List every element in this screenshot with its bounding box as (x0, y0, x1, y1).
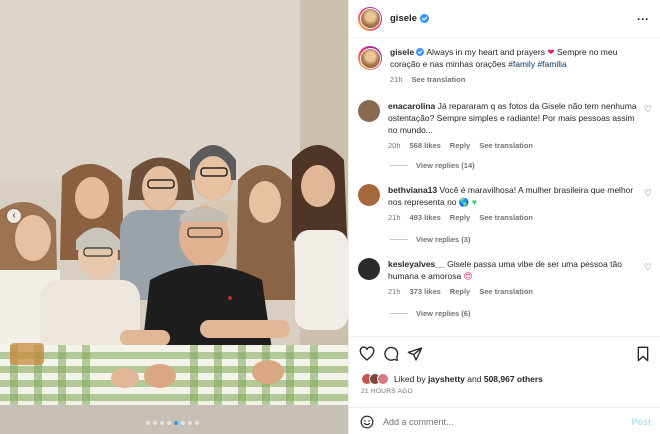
caption-row: gisele Always in my heart and prayers ❤ … (358, 46, 640, 86)
hashtag-link[interactable]: #familia (537, 59, 566, 69)
post-modal: ‹ gisele ··· gisele Always in my heart a… (0, 0, 660, 434)
post-header: gisele ··· (349, 0, 660, 38)
verified-badge-icon (416, 48, 425, 56)
see-translation-link[interactable]: See translation (479, 286, 533, 298)
caption-text: Always in my heart and prayers (426, 47, 545, 57)
commenter-username[interactable]: kesleyalves__ (388, 259, 445, 269)
caption-body: gisele Always in my heart and prayers ❤ … (390, 46, 640, 86)
view-replies-button[interactable]: View replies (3) (390, 235, 470, 244)
comment-likes[interactable]: 568 likes (410, 140, 441, 152)
comment-like-heart-icon[interactable]: ♡ (644, 104, 652, 115)
caption-avatar[interactable] (358, 46, 382, 70)
commenter-username[interactable]: bethviana13 (388, 185, 437, 195)
comment-like-heart-icon[interactable]: ♡ (644, 262, 652, 273)
caption-username[interactable]: gisele (390, 47, 414, 57)
carousel-dot (195, 421, 199, 425)
liked-by-user[interactable]: jayshetty (428, 374, 465, 384)
comments-list: gisele Always in my heart and prayers ❤ … (349, 38, 660, 336)
comment-icon[interactable] (383, 346, 399, 362)
carousel-dot (167, 421, 171, 425)
liker-avatars[interactable] (361, 373, 389, 385)
comment-row: enacarolina Já repararam q as fotos da G… (358, 100, 638, 152)
commenter-avatar[interactable] (358, 184, 380, 206)
commenter-avatar[interactable] (358, 100, 380, 122)
family-photo-image (0, 0, 348, 434)
commenter-avatar[interactable] (358, 258, 380, 280)
caption-meta: 21h See translation (390, 74, 640, 86)
chevron-left-icon: ‹ (12, 210, 16, 221)
carousel-dots (146, 421, 199, 425)
carousel-dot (146, 421, 150, 425)
carousel-dot (153, 421, 157, 425)
commenter-username[interactable]: enacarolina (388, 101, 435, 111)
comment-body: enacarolina Já repararam q as fotos da G… (388, 100, 638, 152)
comment-time[interactable]: 21h (388, 212, 401, 224)
post-photo[interactable]: ‹ (0, 0, 348, 434)
heart-eyes-emoji-icon: 😍 (463, 271, 473, 281)
comment-body: kesleyalves__ Gisele passa uma vibe de s… (388, 258, 638, 298)
post-actions: Liked by jayshetty and 508,967 others 21… (349, 336, 660, 434)
comment-meta: 20h 568 likes Reply See translation (388, 140, 638, 152)
see-translation-link[interactable]: See translation (479, 140, 533, 152)
see-translation-link[interactable]: See translation (479, 212, 533, 224)
comment-likes[interactable]: 373 likes (410, 286, 441, 298)
reply-button[interactable]: Reply (450, 286, 470, 298)
see-translation-link[interactable]: See translation (412, 74, 466, 86)
view-replies-button[interactable]: View replies (6) (390, 309, 470, 318)
comment-meta: 21h 493 likes Reply See translation (388, 212, 638, 224)
emoji-smiley-icon[interactable] (360, 415, 374, 429)
view-replies-button[interactable]: View replies (14) (390, 161, 475, 170)
post-comment-button[interactable]: Post (631, 417, 651, 427)
post-side-panel: gisele ··· gisele Always in my heart and… (348, 0, 660, 434)
liked-by-and: and (467, 374, 482, 384)
comment-body: bethviana13 Você é maravilhosa! A mulher… (388, 184, 638, 224)
caption-time[interactable]: 21h (390, 74, 403, 86)
save-bookmark-icon[interactable] (635, 346, 651, 362)
comment-likes[interactable]: 493 likes (410, 212, 441, 224)
share-send-icon[interactable] (407, 346, 423, 362)
verified-badge-icon (419, 14, 429, 23)
add-comment-input[interactable]: Add a comment... (383, 417, 454, 427)
liked-by-row: Liked by jayshetty and 508,967 others (361, 373, 543, 385)
comment-row: bethviana13 Você é maravilhosa! A mulher… (358, 184, 638, 224)
comment-like-heart-icon[interactable]: ♡ (644, 188, 652, 199)
post-time-ago[interactable]: 21 HOURS AGO (361, 388, 413, 395)
liked-by-prefix: Liked by (394, 374, 426, 384)
reply-button[interactable]: Reply (450, 212, 470, 224)
comment-meta: 21h 373 likes Reply See translation (388, 286, 638, 298)
comment-row: kesleyalves__ Gisele passa uma vibe de s… (358, 258, 638, 298)
carousel-dot (160, 421, 164, 425)
more-options-icon[interactable]: ··· (637, 12, 649, 26)
green-heart-emoji-icon: ♥ (471, 197, 477, 207)
carousel-dot-active (174, 421, 178, 425)
carousel-dot (181, 421, 185, 425)
hashtag-link[interactable]: #family (508, 59, 535, 69)
author-username[interactable]: gisele (390, 13, 417, 24)
carousel-prev-button[interactable]: ‹ (7, 209, 21, 223)
add-comment-bar: Add a comment... Post (349, 407, 660, 434)
earth-emoji-icon: 🌎 (458, 197, 470, 207)
comment-time[interactable]: 21h (388, 286, 401, 298)
carousel-dot (188, 421, 192, 425)
like-heart-icon[interactable] (359, 346, 375, 362)
red-heart-emoji-icon: ❤ (547, 47, 555, 57)
author-avatar[interactable] (358, 6, 382, 31)
reply-button[interactable]: Reply (450, 140, 470, 152)
comment-time[interactable]: 20h (388, 140, 401, 152)
liked-by-count[interactable]: 508,967 others (484, 374, 543, 384)
